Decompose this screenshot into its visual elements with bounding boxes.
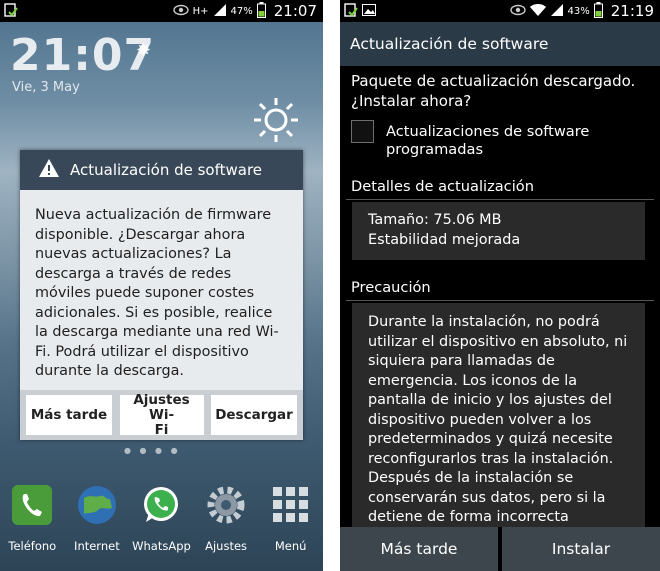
grid-icon (272, 487, 308, 522)
check-icon (4, 2, 18, 20)
caution-line: conservarán sus datos, pero si la (368, 489, 606, 506)
download-button[interactable]: Descargar (211, 395, 297, 435)
dock-item-internet[interactable]: Internet (65, 478, 130, 571)
dialog-header: Actualización de software (20, 150, 303, 190)
wifi-icon (529, 3, 546, 19)
dock-label: Ajustes (205, 539, 248, 553)
app-dock: Teléfono Internet WhatsApp Ajustes Menú (0, 478, 323, 571)
details-header: Detalles de actualización (351, 178, 534, 195)
eye-icon (172, 4, 189, 19)
battery-icon (593, 1, 603, 21)
message-line: disponible. ¿Descargar ahora (35, 226, 246, 243)
network-type: H+ (192, 5, 209, 17)
dialog-title: Actualización de software (70, 161, 263, 179)
update-dialog: Actualización de software Nueva actualiz… (20, 150, 303, 440)
image-icon (362, 3, 376, 19)
scheduled-updates-label: Actualizaciones de software programadas (386, 123, 589, 159)
update-size: Tamaño: 75.06 MB (368, 212, 502, 228)
wifi-settings-label-line2: Fi (154, 421, 169, 438)
message-line: móviles puede suponer costes (35, 285, 255, 301)
caution-line: siquiera para llamadas de (368, 353, 555, 369)
message-line: la descarga mediante una red Wi- (35, 324, 279, 340)
dock-item-phone[interactable]: Teléfono (0, 478, 65, 571)
later-button[interactable]: Más tarde (26, 395, 112, 435)
caution-line: detiene de forma incorrecta (368, 509, 569, 525)
caution-line: Después de la instalación se (368, 470, 574, 486)
page-title: Actualización de software (350, 35, 549, 53)
dock-label: Internet (74, 539, 120, 553)
divider (346, 300, 654, 301)
status-time: 21:07 (273, 2, 317, 20)
caution-line: emergencia. Los iconos de la (368, 372, 578, 389)
scheduled-updates-label-line1: Actualizaciones de software (386, 123, 590, 140)
phone-icon (12, 485, 53, 525)
check-icon (344, 2, 358, 20)
divider (346, 199, 654, 200)
whatsapp-icon (144, 487, 179, 522)
wifi-settings-label-line1: Ajustes Wi- (133, 391, 190, 423)
dock-item-settings[interactable]: Ajustes (194, 478, 259, 571)
signal-icon (550, 3, 564, 20)
battery-percent: 43% (567, 5, 590, 17)
dock-label: WhatsApp (132, 539, 191, 553)
dock-item-menu[interactable]: Menú (258, 478, 323, 571)
lockscreen-date: Vie, 3 May (12, 80, 80, 95)
caution-line: reconfigurarlos tras la instalación. (368, 450, 614, 467)
wifi-settings-button[interactable]: Ajustes Wi- Fi (119, 391, 204, 438)
warning-icon (38, 158, 60, 182)
lockscreen-clock: 21:07 (10, 30, 156, 81)
signal-icon (213, 3, 227, 20)
package-status-line1: Paquete de actualización descargado. (351, 72, 636, 90)
left-phone-screen: H+ 47% 21:07 21:07 ✸ Vie, 3 May Actualiz… (0, 0, 323, 571)
dock-label: Menú (274, 539, 307, 553)
right-phone-screen: 43% 21:19 Actualización de software Paqu… (340, 0, 660, 571)
package-status: Paquete de actualización descargado. ¿In… (351, 71, 635, 111)
scheduled-updates-option[interactable]: Actualizaciones de software programadas (351, 120, 589, 159)
caution-line: predeterminados y quizá necesite (368, 431, 613, 447)
dialog-message: Nueva actualización de firmware disponib… (20, 190, 303, 382)
sun-icon (252, 96, 300, 148)
message-line: adicionales. Si es posible, realice (35, 304, 273, 321)
battery-percent: 47% (230, 5, 253, 17)
message-line: descarga a través de redes (35, 265, 232, 282)
status-time: 21:19 (610, 2, 654, 20)
caution-line: utilizar el dispositivo en absoluto, ni (368, 333, 628, 350)
update-stability: Estabilidad mejorada (368, 231, 521, 248)
caution-box[interactable]: Durante la instalación, no podrá utiliza… (352, 303, 645, 527)
battery-icon (256, 1, 266, 21)
caution-line: dispositivo pueden volver a los (368, 411, 592, 428)
eye-icon (509, 4, 526, 19)
caution-header: Precaución (351, 279, 431, 296)
message-line: Fi. Podrá utilizar el dispositivo (35, 343, 249, 360)
globe-icon (77, 486, 116, 524)
install-button[interactable]: Instalar (502, 527, 660, 571)
status-bar: H+ 47% 21:07 (0, 0, 323, 22)
scheduled-updates-checkbox[interactable] (351, 120, 374, 143)
dialog-button-bar: Más tarde Ajustes Wi- Fi Descargar (20, 390, 303, 440)
app-header: Actualización de software (340, 22, 660, 66)
details-box: Tamaño: 75.06 MB Estabilidad mejorada (352, 202, 645, 260)
caution-line: Durante la instalación, no podrá (368, 314, 600, 330)
action-bar: Más tarde Instalar (340, 527, 660, 571)
page-indicator: ● ● ● ● (124, 446, 181, 455)
package-status-line2: ¿Instalar ahora? (351, 92, 472, 110)
alarm-icon: ✸ (136, 40, 152, 61)
message-line: nuevas actualizaciones? La (35, 246, 232, 262)
dock-label: Teléfono (8, 539, 57, 553)
message-line: durante la descarga. (35, 363, 184, 379)
message-line: Nueva actualización de firmware (35, 207, 272, 223)
scheduled-updates-label-line2: programadas (386, 141, 484, 158)
caution-line: pantalla de inicio y los ajustes del (368, 392, 612, 408)
later-button[interactable]: Más tarde (340, 527, 498, 571)
gear-icon (207, 486, 245, 524)
status-bar: 43% 21:19 (340, 0, 660, 22)
dock-item-whatsapp[interactable]: WhatsApp (129, 478, 194, 571)
